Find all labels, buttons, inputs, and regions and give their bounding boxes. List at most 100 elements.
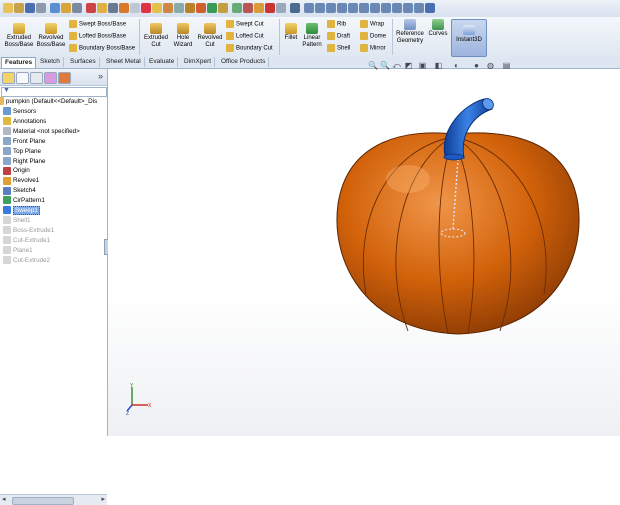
lofted-boss-button[interactable]: Lofted Boss/Base [69,32,126,41]
view-normal-icon[interactable] [403,3,413,13]
view-right-icon[interactable] [337,3,347,13]
dome-button[interactable]: Dome [360,32,386,41]
view-single-icon[interactable] [414,3,424,13]
view-two-icon[interactable] [425,3,435,13]
graphics-area[interactable]: Y X Z [108,69,620,436]
tree-item[interactable]: Shell1 [0,216,107,226]
configuration-manager-icon[interactable] [30,72,43,84]
view-settings-icon[interactable]: ▤ [502,61,511,70]
pattern-tool-icon[interactable] [207,3,217,13]
tree-item[interactable]: Annotations [0,117,107,127]
tab-surfaces[interactable]: Surfaces [67,57,100,67]
pumpkin-model[interactable] [108,69,620,436]
extruded-boss-button[interactable]: Extruded Boss/Base [3,23,35,49]
view-front-icon[interactable] [304,3,314,13]
tree-item[interactable]: Cut-Extrude2 [0,255,107,266]
expand-panel-icon[interactable]: » [98,71,103,81]
rebuild-icon[interactable] [61,3,71,13]
revolved-cut-button[interactable]: Revolved Cut [196,23,224,49]
hide-show-icon[interactable] [254,3,264,13]
tree-item[interactable]: CirPattern1 [0,196,107,206]
swept-boss-button[interactable]: Swept Boss/Base [69,20,126,29]
offset-icon[interactable] [185,3,195,13]
tree-item[interactable]: Origin [0,166,107,176]
wrap-button[interactable]: Wrap [360,20,384,29]
mirror-entities-icon[interactable] [174,3,184,13]
relations-icon[interactable] [218,3,228,13]
view-dimetric-icon[interactable] [392,3,402,13]
smart-dimension-icon[interactable] [97,3,107,13]
tree-item[interactable]: Front Plane [0,137,107,147]
rectangle-icon[interactable] [119,3,129,13]
tree-item[interactable]: Sketch4 [0,186,107,196]
section-icon[interactable] [243,3,253,13]
section-view-icon[interactable]: ◩ [404,61,413,70]
property-manager-icon[interactable] [16,72,29,84]
scene-icon[interactable] [276,3,286,13]
tree-item[interactable]: Boss-Extrude1 [0,226,107,236]
save-icon[interactable] [25,3,35,13]
view-orientation-icon[interactable]: ▣ [418,61,427,70]
tree-item[interactable]: Sensors [0,107,107,117]
view-top-icon[interactable] [348,3,358,13]
draft-button[interactable]: Draft [327,32,350,41]
open-file-icon[interactable] [14,3,24,13]
tree-item[interactable]: Sweep1 [0,206,107,216]
edit-appearance-icon[interactable]: ● [472,61,481,70]
spline-icon[interactable] [152,3,162,13]
lofted-cut-button[interactable]: Lofted Cut [226,32,264,41]
new-file-icon[interactable] [3,3,13,13]
tree-filter-input[interactable]: ▼ [1,87,107,97]
tree-item[interactable]: Plane1 [0,245,107,256]
line-icon[interactable] [108,3,118,13]
scroll-thumb[interactable] [12,497,74,505]
feature-tree-icon[interactable] [2,72,15,84]
view-left-icon[interactable] [326,3,336,13]
tree-horizontal-scrollbar[interactable]: ◂ ▸ [0,494,107,505]
swept-cut-button[interactable]: Swept Cut [226,20,264,29]
extruded-cut-button[interactable]: Extruded Cut [142,23,170,49]
circle-icon[interactable] [130,3,140,13]
rib-button[interactable]: Rib [327,20,346,29]
linear-pattern-button[interactable]: Linear Pattern [301,23,323,49]
apply-scene-icon[interactable]: ◍ [486,61,495,70]
arc-icon[interactable] [141,3,151,13]
instant3d-button[interactable]: Instant3D [451,19,487,57]
options-icon[interactable] [72,3,82,13]
boundary-boss-button[interactable]: Boundary Boss/Base [69,44,135,53]
tree-item[interactable]: Material <not specified> [0,127,107,137]
boundary-cut-button[interactable]: Boundary Cut [226,44,273,53]
tab-sheet-metal[interactable]: Sheet Metal [103,57,145,67]
appearance-icon[interactable] [265,3,275,13]
zoom-to-fit-icon[interactable]: 🔍 [368,61,378,70]
tree-item[interactable]: Right Plane [0,156,107,167]
pin-icon[interactable] [290,3,300,13]
tree-root[interactable]: pumpkin (Default<<Default>_Dis [0,97,107,107]
print-icon[interactable] [36,3,46,13]
curves-button[interactable]: Curves [427,19,449,38]
dimxpert-manager-icon[interactable] [44,72,57,84]
tree-item[interactable]: Top Plane [0,146,107,157]
hole-wizard-button[interactable]: Hole Wizard [170,23,196,49]
revolved-boss-button[interactable]: Revolved Boss/Base [35,23,67,49]
sketch-tool-icon[interactable] [86,3,96,13]
display-manager-icon[interactable] [58,72,71,84]
zoom-to-area-icon[interactable]: 🔍 [380,61,390,70]
scroll-right-icon[interactable]: ▸ [101,495,105,503]
tab-features[interactable]: Features [1,57,37,68]
view-back-icon[interactable] [315,3,325,13]
tree-item[interactable]: Revolve1 [0,176,107,186]
view-iso-icon[interactable] [370,3,380,13]
fillet-button[interactable]: Fillet [282,23,300,42]
hide-show-items-icon[interactable]: ◐ [452,61,461,70]
display-style-icon[interactable]: ◧ [434,61,443,70]
tree-item[interactable]: Cut-Extrude1 [0,236,107,246]
tab-office-products[interactable]: Office Products [218,57,270,67]
view-trimetric-icon[interactable] [381,3,391,13]
tab-sketch[interactable]: Sketch [37,57,64,67]
reference-geometry-button[interactable]: Reference Geometry [394,19,426,45]
tab-evaluate[interactable]: Evaluate [146,57,179,67]
convert-entities-icon[interactable] [196,3,206,13]
view-bottom-icon[interactable] [359,3,369,13]
shell-button[interactable]: Shell [327,44,350,53]
